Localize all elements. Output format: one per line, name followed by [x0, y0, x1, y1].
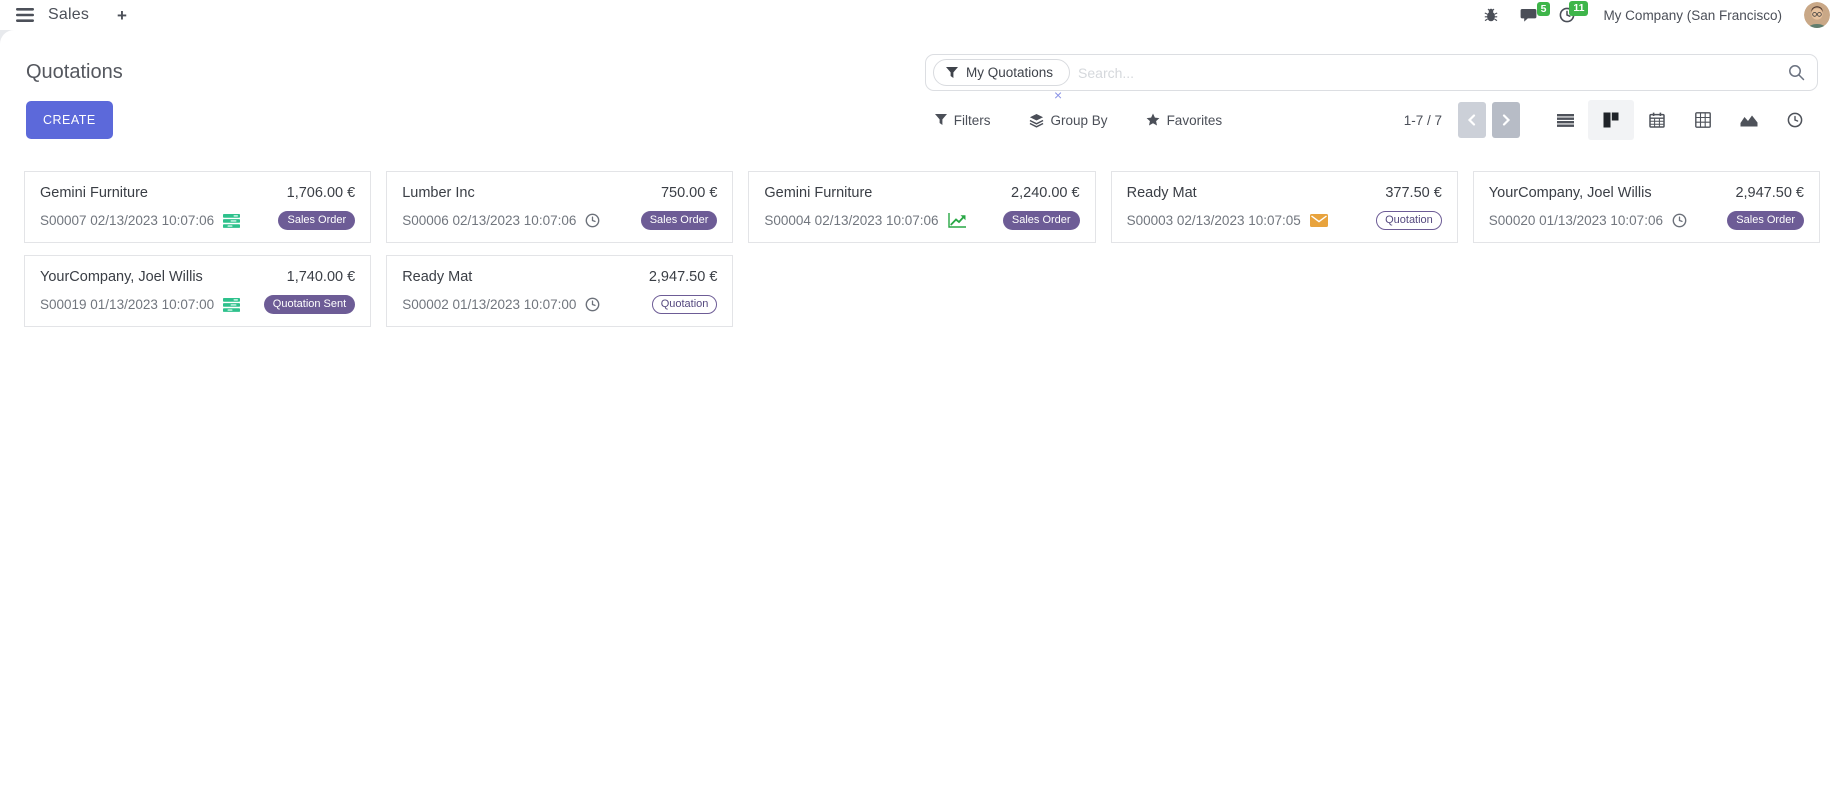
view-switch-calendar[interactable] [1634, 100, 1680, 140]
filter-funnel-icon [935, 114, 947, 126]
order-reference-datetime: S00019 01/13/2023 10:07:00 [40, 297, 214, 312]
activity-tasks-done-icon[interactable] [223, 298, 240, 312]
messages-count-badge: 5 [1537, 2, 1551, 17]
customer-name: Gemini Furniture [764, 185, 872, 201]
order-amount: 1,740.00 € [287, 269, 356, 285]
activity-clock-icon[interactable] [585, 297, 600, 312]
activity-email-icon[interactable] [1310, 214, 1328, 227]
status-badge: Sales Order [641, 211, 718, 230]
order-amount: 2,947.50 € [649, 269, 718, 285]
chevron-right-icon [1501, 114, 1511, 126]
view-switch-list[interactable] [1542, 100, 1588, 140]
pager-previous-button[interactable] [1458, 102, 1486, 138]
order-reference-datetime: S00002 01/13/2023 10:07:00 [402, 297, 576, 312]
navbar-right: 5 11 My Company (San Francisco) [1484, 2, 1830, 28]
company-switcher[interactable]: My Company (San Francisco) [1603, 8, 1782, 23]
new-menu-plus-icon[interactable]: + [117, 7, 127, 24]
activities-button[interactable]: 11 [1559, 7, 1575, 23]
status-badge: Quotation Sent [264, 295, 355, 314]
graph-view-icon [1740, 113, 1758, 127]
quotation-card[interactable]: YourCompany, Joel Willis 1,740.00 € S000… [24, 255, 371, 327]
view-switch-pivot[interactable] [1680, 100, 1726, 140]
top-navbar: Sales + 5 11 [0, 0, 1844, 30]
order-reference-datetime: S00006 02/13/2023 10:07:06 [402, 213, 576, 228]
view-switch-graph[interactable] [1726, 100, 1772, 140]
customer-name: Gemini Furniture [40, 185, 148, 201]
group-by-button[interactable]: Group By [1029, 113, 1108, 128]
order-amount: 377.50 € [1385, 185, 1441, 201]
search-input[interactable] [1070, 65, 1788, 81]
filters-button[interactable]: Filters [935, 113, 991, 128]
navbar-left: Sales + [14, 6, 127, 24]
status-badge: Quotation [1376, 211, 1442, 230]
favorites-button[interactable]: Favorites [1146, 113, 1223, 128]
quotation-card[interactable]: Ready Mat 2,947.50 € S00002 01/13/2023 1… [386, 255, 733, 327]
activity-clock-icon[interactable] [585, 213, 600, 228]
customer-name: Ready Mat [1127, 185, 1197, 201]
view-switch-kanban[interactable] [1588, 100, 1634, 140]
order-reference-datetime: S00003 02/13/2023 10:07:05 [1127, 213, 1301, 228]
chat-icon [1520, 8, 1537, 23]
star-icon [1146, 113, 1160, 127]
order-amount: 1,706.00 € [287, 185, 356, 201]
customer-name: Ready Mat [402, 269, 472, 285]
favorites-label: Favorites [1167, 113, 1223, 128]
order-reference-datetime: S00020 01/13/2023 10:07:06 [1489, 213, 1663, 228]
filters-label: Filters [954, 113, 991, 128]
customer-name: YourCompany, Joel Willis [1489, 185, 1652, 201]
pager: 1-7 / 7 [1404, 102, 1520, 138]
control-panel: Quotations My Quotations × [0, 30, 1844, 140]
messages-button[interactable]: 5 [1520, 8, 1537, 23]
facet-label: My Quotations [966, 65, 1053, 80]
quotation-card[interactable]: YourCompany, Joel Willis 2,947.50 € S000… [1473, 171, 1820, 243]
debug-bug-icon[interactable] [1484, 8, 1498, 22]
user-avatar[interactable] [1804, 2, 1830, 28]
status-badge: Quotation [652, 295, 718, 314]
search-bar: My Quotations × [925, 54, 1818, 91]
status-badge: Sales Order [278, 211, 355, 230]
quotation-card[interactable]: Gemini Furniture 1,706.00 € S00007 02/13… [24, 171, 371, 243]
filter-funnel-icon [946, 67, 958, 79]
customer-name: YourCompany, Joel Willis [40, 269, 203, 285]
list-view-icon [1557, 114, 1574, 127]
quotation-card[interactable]: Ready Mat 377.50 € S00003 02/13/2023 10:… [1111, 171, 1458, 243]
customer-name: Lumber Inc [402, 185, 475, 201]
pager-next-button[interactable] [1492, 102, 1520, 138]
search-tools: Filters Group By Favorites [935, 113, 1222, 128]
quotation-card[interactable]: Gemini Furniture 2,240.00 € S00004 02/13… [748, 171, 1095, 243]
kanban-view: Gemini Furniture 1,706.00 € S00007 02/13… [0, 140, 1844, 327]
pivot-view-icon [1695, 112, 1711, 128]
group-by-label: Group By [1051, 113, 1108, 128]
order-amount: 750.00 € [661, 185, 717, 201]
search-icon[interactable] [1788, 64, 1805, 81]
pager-range[interactable]: 1-7 / 7 [1404, 113, 1442, 128]
create-button[interactable]: CREATE [26, 101, 113, 139]
apps-menu-icon[interactable] [14, 6, 36, 24]
status-badge: Sales Order [1727, 211, 1804, 230]
order-amount: 2,947.50 € [1735, 185, 1804, 201]
facet-remove-icon[interactable]: × [1054, 88, 1062, 102]
layers-icon [1029, 113, 1044, 128]
activity-clock-icon[interactable] [1672, 213, 1687, 228]
order-reference-datetime: S00004 02/13/2023 10:07:06 [764, 213, 938, 228]
quotation-card[interactable]: Lumber Inc 750.00 € S00006 02/13/2023 10… [386, 171, 733, 243]
view-switcher [1542, 100, 1818, 140]
calendar-view-icon [1649, 112, 1665, 128]
order-amount: 2,240.00 € [1011, 185, 1080, 201]
activity-tasks-done-icon[interactable] [223, 214, 240, 228]
search-facet-my-quotations[interactable]: My Quotations [933, 59, 1070, 86]
activity-sales-chart-icon[interactable] [948, 213, 967, 228]
view-switch-activity[interactable] [1772, 100, 1818, 140]
activities-count-badge: 11 [1569, 1, 1588, 16]
chevron-left-icon [1467, 114, 1477, 126]
action-panel: Quotations My Quotations × [0, 30, 1844, 810]
order-reference-datetime: S00007 02/13/2023 10:07:06 [40, 213, 214, 228]
page-title: Quotations [26, 61, 123, 84]
status-badge: Sales Order [1003, 211, 1080, 230]
app-name-sales[interactable]: Sales [48, 6, 89, 24]
kanban-view-icon [1603, 112, 1619, 128]
activity-view-clock-icon [1787, 112, 1803, 128]
